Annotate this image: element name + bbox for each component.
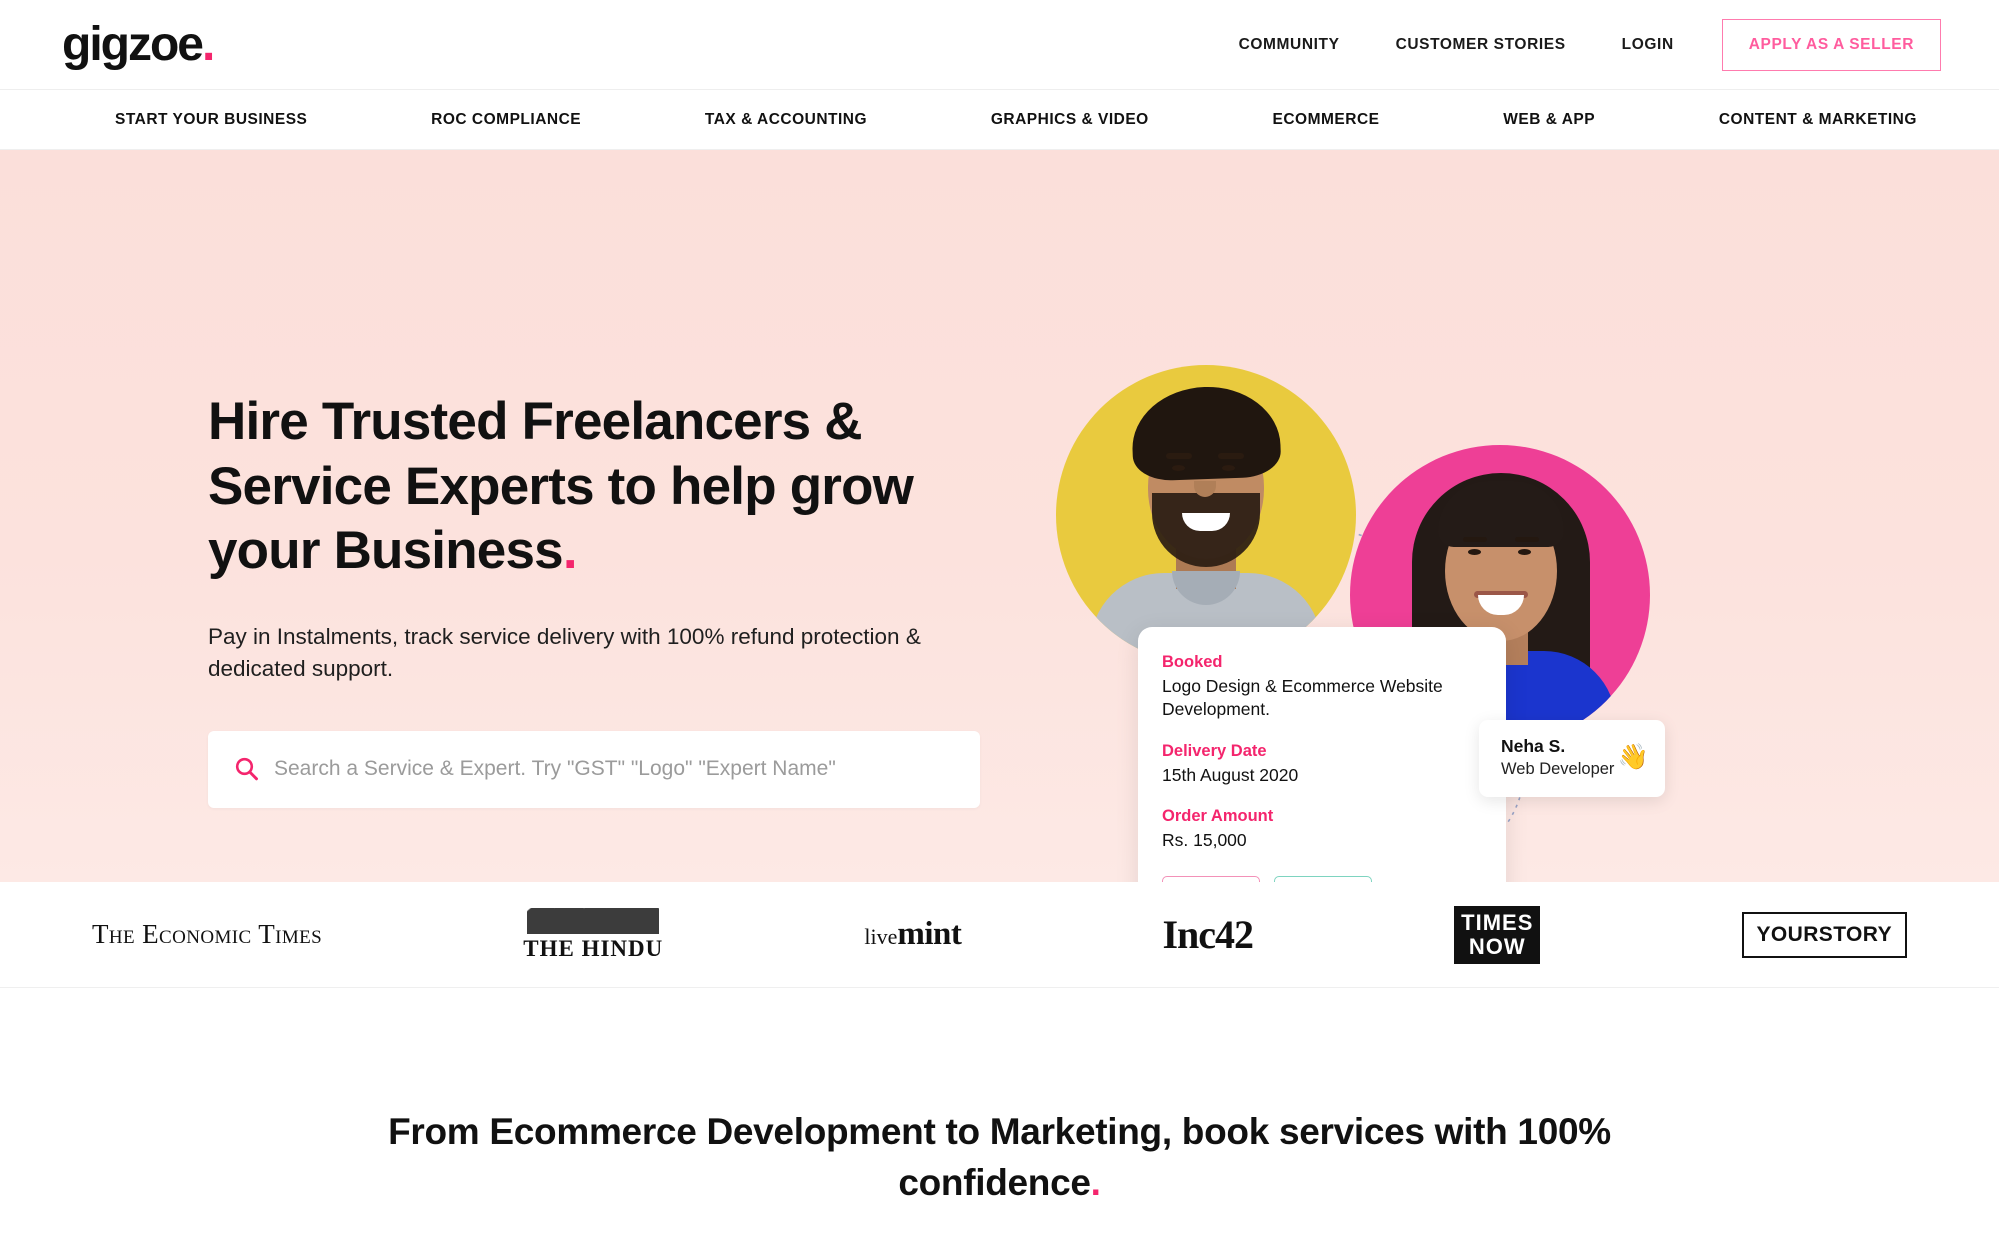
- the-economic-times-logo-text: The Economic Times: [92, 919, 323, 949]
- section-heading-dot: .: [1090, 1162, 1101, 1204]
- waving-hand-icon: 👋: [1617, 743, 1649, 771]
- catnav-item-roc-compliance[interactable]: ROC COMPLIANCE: [431, 111, 581, 129]
- hero-subtitle: Pay in Instalments, track service delive…: [208, 623, 921, 681]
- catnav-item-tax-and-accounting[interactable]: TAX & ACCOUNTING: [705, 111, 867, 129]
- topnav-item-login[interactable]: LOGIN: [1594, 36, 1702, 54]
- the-hindu-crest-icon: [527, 907, 660, 934]
- topnav-item-community[interactable]: COMMUNITY: [1211, 36, 1368, 54]
- booked-service-value: Logo Design & Ecommerce Website Developm…: [1162, 676, 1443, 720]
- the-hindu-logo-text: THE HINDU: [523, 935, 664, 961]
- track-button[interactable]: Track: [1162, 876, 1260, 882]
- apply-as-a-seller-button[interactable]: APPLY AS A SELLER: [1721, 18, 1941, 71]
- livemint-logo-mint: mint: [897, 916, 962, 952]
- order-amount-value: Rs. 15,000: [1162, 829, 1247, 850]
- booked-label: Booked: [1162, 653, 1223, 671]
- yourstory-logo-text: YOURSTORY: [1741, 911, 1907, 958]
- topnav-item-customer-stories[interactable]: CUSTOMER STORIES: [1368, 36, 1594, 54]
- catnav-item-web-and-app[interactable]: WEB & APP: [1503, 111, 1595, 129]
- logo-dot: .: [202, 17, 215, 71]
- top-header: gigzoe. COMMUNITY CUSTOMER STORIES LOGIN…: [0, 0, 1999, 89]
- expert-role: Web Developer: [1501, 760, 1615, 779]
- freelancer-avatar-male: [1056, 365, 1356, 665]
- press-logo-yourstory: YOURSTORY: [1741, 904, 1907, 966]
- search-input[interactable]: [274, 757, 954, 782]
- gigzoe-logo[interactable]: gigzoe.: [62, 17, 215, 71]
- section-heading: From Ecommerce Development to Marketing,…: [285, 1106, 1715, 1208]
- hero-title-line-1: Hire Trusted Freelancers &: [208, 392, 863, 451]
- hero-title-dot: .: [562, 521, 578, 581]
- hero-copy: Hire Trusted Freelancers & Service Exper…: [208, 390, 998, 808]
- delivery-date-value: 15th August 2020: [1162, 764, 1299, 785]
- delivery-date-label: Delivery Date: [1162, 741, 1267, 760]
- top-navigation: COMMUNITY CUSTOMER STORIES LOGIN APPLY A…: [1211, 18, 1941, 71]
- logo-text: gigzoe: [62, 17, 204, 71]
- expert-name: Neha S.: [1501, 736, 1566, 756]
- press-logo-times-now: TIMES NOW: [1454, 904, 1541, 966]
- times-now-logo-line-2: NOW: [1468, 933, 1526, 959]
- press-logo-the-economic-times: The Economic Times: [92, 904, 322, 966]
- hero-title-line-3: your Business: [208, 521, 564, 581]
- order-amount-label: Order Amount: [1162, 806, 1274, 825]
- hero-section: Hire Trusted Freelancers & Service Exper…: [0, 150, 1999, 882]
- section-heading-text: From Ecommerce Development to Marketing,…: [388, 1111, 1611, 1204]
- hero-title-line-2: Service Experts to help grow: [208, 456, 914, 516]
- page-title: Hire Trusted Freelancers & Service Exper…: [208, 390, 998, 584]
- booking-order-card: Booked Logo Design & Ecommerce Website D…: [1138, 627, 1506, 882]
- press-logo-the-hindu: THE HINDU: [523, 904, 663, 966]
- category-navigation: START YOUR BUSINESS ROC COMPLIANCE TAX &…: [0, 89, 1999, 150]
- search-bar[interactable]: [208, 730, 980, 808]
- press-logo-inc42: Inc42: [1162, 904, 1254, 966]
- pay-button[interactable]: Pay: [1274, 876, 1372, 882]
- press-logo-livemint: livemint: [864, 904, 962, 966]
- press-logos-strip: The Economic Times THE HINDU livemint In…: [0, 882, 1999, 988]
- catnav-item-content-and-marketing[interactable]: CONTENT & MARKETING: [1719, 111, 1917, 129]
- catnav-item-ecommerce[interactable]: ECOMMERCE: [1273, 111, 1380, 129]
- catnav-item-start-your-business[interactable]: START YOUR BUSINESS: [115, 111, 307, 129]
- times-now-logo-line-1: TIMES: [1461, 909, 1534, 935]
- search-icon: [234, 756, 260, 782]
- inc42-logo-text: Inc42: [1162, 912, 1254, 957]
- services-section: From Ecommerce Development to Marketing,…: [0, 988, 1999, 1209]
- expert-name-card: Neha S. Web Developer 👋: [1479, 720, 1665, 797]
- livemint-logo-live: live: [864, 924, 898, 949]
- catnav-item-graphics-and-video[interactable]: GRAPHICS & VIDEO: [991, 111, 1149, 129]
